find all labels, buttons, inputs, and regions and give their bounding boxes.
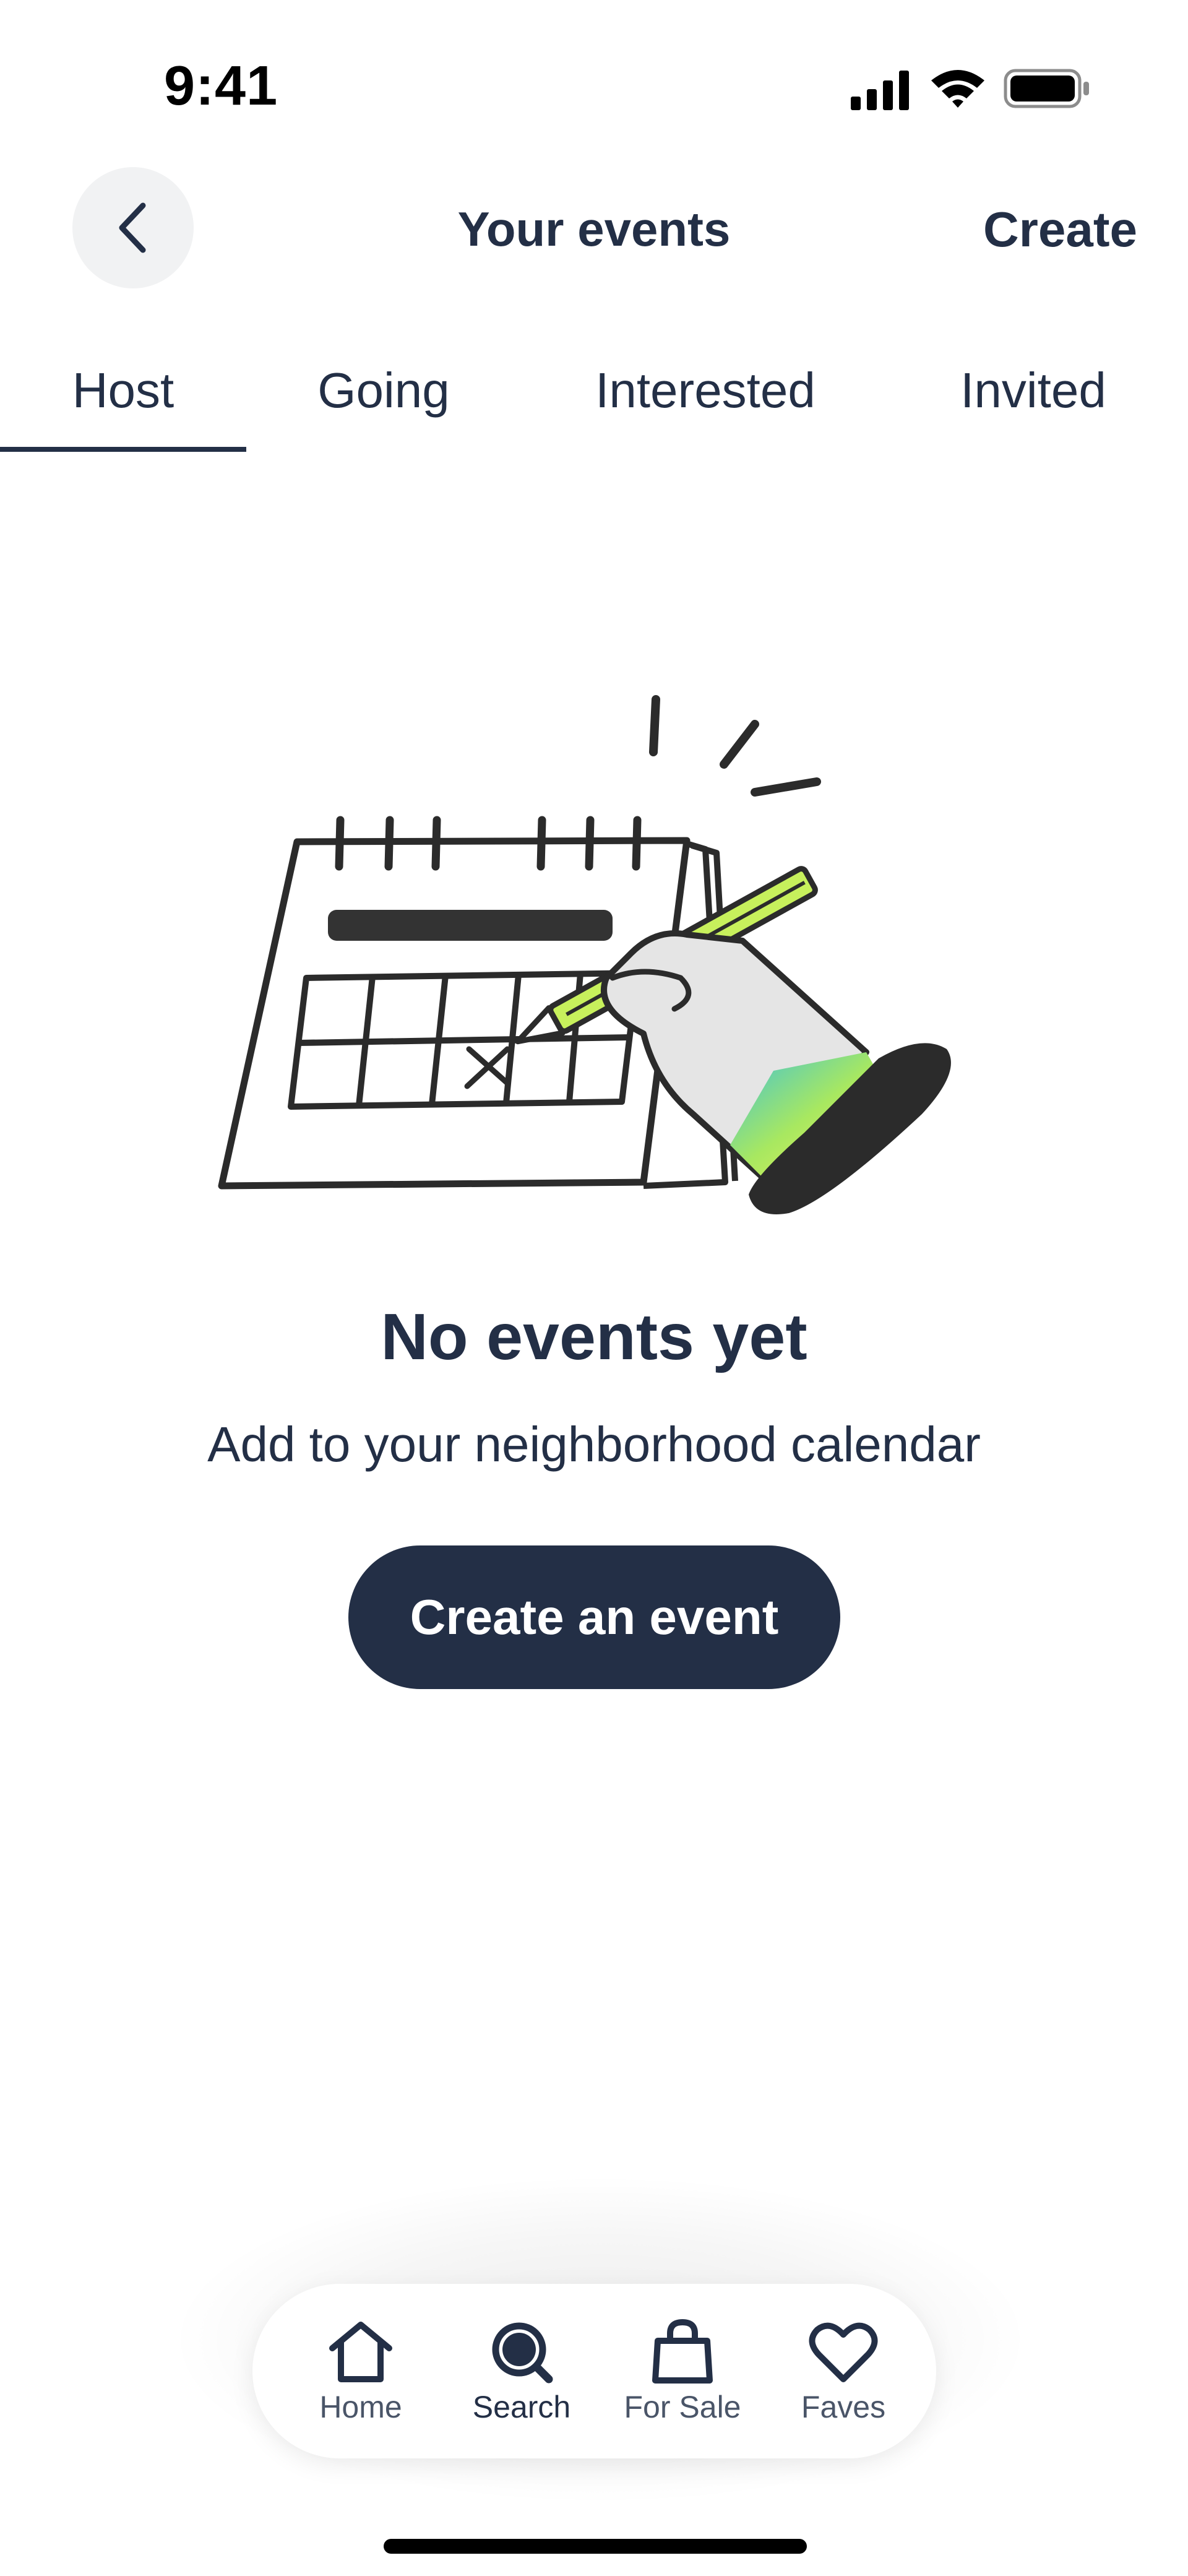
page-title: Your events (457, 202, 731, 256)
nav-label-search: Search (472, 2390, 571, 2424)
home-indicator (384, 2539, 807, 2554)
nav-label-faves: Faves (801, 2390, 886, 2424)
shopping-bag-icon (652, 2319, 713, 2384)
nav-item-faves[interactable]: Faves (769, 2284, 918, 2458)
back-button[interactable] (72, 167, 194, 288)
heart-icon (809, 2322, 878, 2382)
home-icon (329, 2322, 392, 2382)
nav-item-home[interactable]: Home (286, 2284, 435, 2458)
tab-invited[interactable]: Invited (928, 362, 1138, 419)
tab-bar: Host Going Interested Invited (0, 344, 1188, 452)
nav-label-home: Home (319, 2390, 402, 2424)
nav-item-for-sale[interactable]: For Sale (608, 2284, 757, 2458)
empty-state-title: No events yet (381, 1300, 807, 1373)
status-time: 9:41 (164, 55, 278, 117)
chevron-left-icon (119, 202, 146, 253)
search-icon (492, 2322, 553, 2384)
tab-going[interactable]: Going (285, 362, 483, 419)
create-event-button[interactable]: Create an event (348, 1545, 840, 1689)
calendar-illustration (218, 695, 951, 1214)
signal-icon (851, 71, 909, 110)
tab-interested[interactable]: Interested (557, 362, 854, 419)
status-icons (851, 69, 1089, 110)
bottom-nav: Home Search For Sale Faves (252, 2284, 936, 2458)
nav-item-search[interactable]: Search (447, 2284, 596, 2458)
tab-host[interactable]: Host (0, 362, 246, 419)
empty-state-subtitle: Add to your neighborhood calendar (207, 1417, 981, 1472)
wifi-icon (931, 70, 984, 108)
nav-label-for-sale: For Sale (624, 2390, 741, 2424)
battery-icon (1004, 69, 1089, 108)
active-tab-indicator (0, 447, 246, 452)
create-button[interactable]: Create (983, 201, 1137, 258)
